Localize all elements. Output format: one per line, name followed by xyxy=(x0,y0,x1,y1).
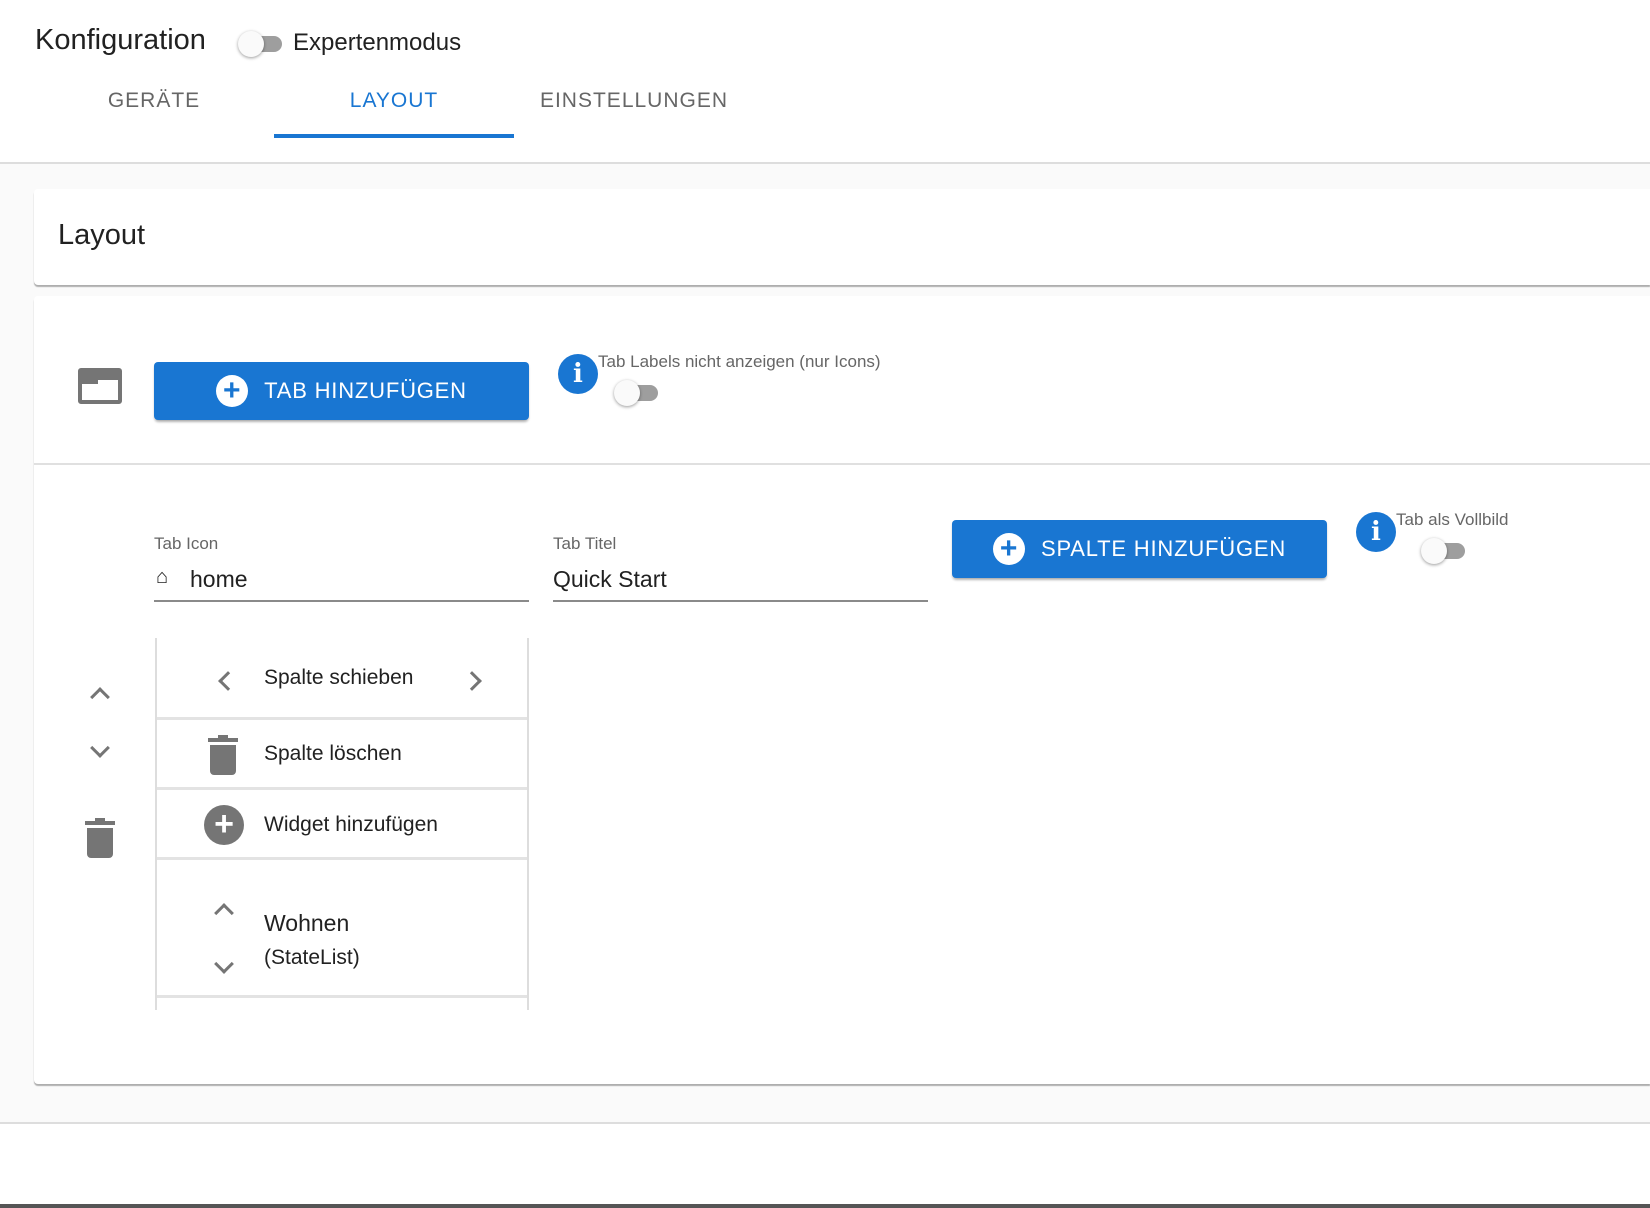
plus-circle-icon: + xyxy=(216,375,249,407)
layout-header-card: Layout xyxy=(34,189,1650,285)
tab-icon-label: Tab Icon xyxy=(154,534,219,553)
add-tab-button[interactable]: + TAB HINZUFÜGEN xyxy=(154,362,529,420)
move-widget-down-icon[interactable] xyxy=(214,954,234,974)
home-icon: ⌂ xyxy=(156,566,169,588)
tab-icon xyxy=(78,368,122,404)
move-column-label: Spalte schieben xyxy=(264,666,414,689)
tab-title-label: Tab Titel xyxy=(553,534,617,553)
widget-type: (StateList) xyxy=(264,946,360,969)
page-title: Konfiguration xyxy=(35,24,206,56)
hide-labels-toggle[interactable] xyxy=(614,380,658,406)
divider xyxy=(34,463,1650,465)
move-column-row: Spalte schieben xyxy=(157,638,527,720)
tab-geraete[interactable]: GERÄTE xyxy=(34,76,274,138)
tab-icon-value: home xyxy=(190,566,248,592)
info-icon[interactable]: i xyxy=(1356,512,1396,552)
trash-icon xyxy=(208,735,238,775)
fullscreen-label: Tab als Vollbild xyxy=(1396,510,1509,529)
delete-tab-icon[interactable] xyxy=(85,818,115,858)
column-panel: Spalte schieben Spalte löschen + Widget … xyxy=(155,638,529,1010)
layout-card-title: Layout xyxy=(58,219,146,251)
tab-icon-input[interactable]: ⌂ home xyxy=(154,566,529,602)
info-icon[interactable]: i xyxy=(558,354,598,394)
plus-circle-icon: + xyxy=(992,533,1025,565)
plus-circle-icon: + xyxy=(204,805,244,845)
add-widget-label: Widget hinzufügen xyxy=(264,813,438,836)
fullscreen-toggle[interactable] xyxy=(1421,538,1465,564)
expert-mode-toggle[interactable] xyxy=(238,31,282,57)
widget-row: Wohnen (StateList) xyxy=(157,860,527,998)
tab-title-value: Quick Start xyxy=(553,566,667,592)
add-column-button[interactable]: + SPALTE HINZUFÜGEN xyxy=(952,520,1327,578)
add-tab-label: TAB HINZUFÜGEN xyxy=(264,378,467,403)
hide-labels-label: Tab Labels nicht anzeigen (nur Icons) xyxy=(598,352,881,371)
delete-column-label: Spalte löschen xyxy=(264,742,402,765)
chevron-left-icon[interactable] xyxy=(218,671,238,691)
tab-einstellungen[interactable]: EINSTELLUNGEN xyxy=(514,76,754,138)
bottom-bar xyxy=(0,1204,1650,1208)
tab-title-input[interactable]: Quick Start xyxy=(553,566,928,602)
add-column-label: SPALTE HINZUFÜGEN xyxy=(1040,536,1287,561)
delete-column-row[interactable]: Spalte löschen xyxy=(157,720,527,790)
add-widget-row[interactable]: + Widget hinzufügen xyxy=(157,790,527,860)
move-widget-up-icon[interactable] xyxy=(214,903,234,923)
widget-name: Wohnen xyxy=(264,910,350,936)
tab-layout[interactable]: LAYOUT xyxy=(274,76,514,138)
expert-mode-label: Expertenmodus xyxy=(293,29,462,56)
chevron-right-icon[interactable] xyxy=(462,671,482,691)
